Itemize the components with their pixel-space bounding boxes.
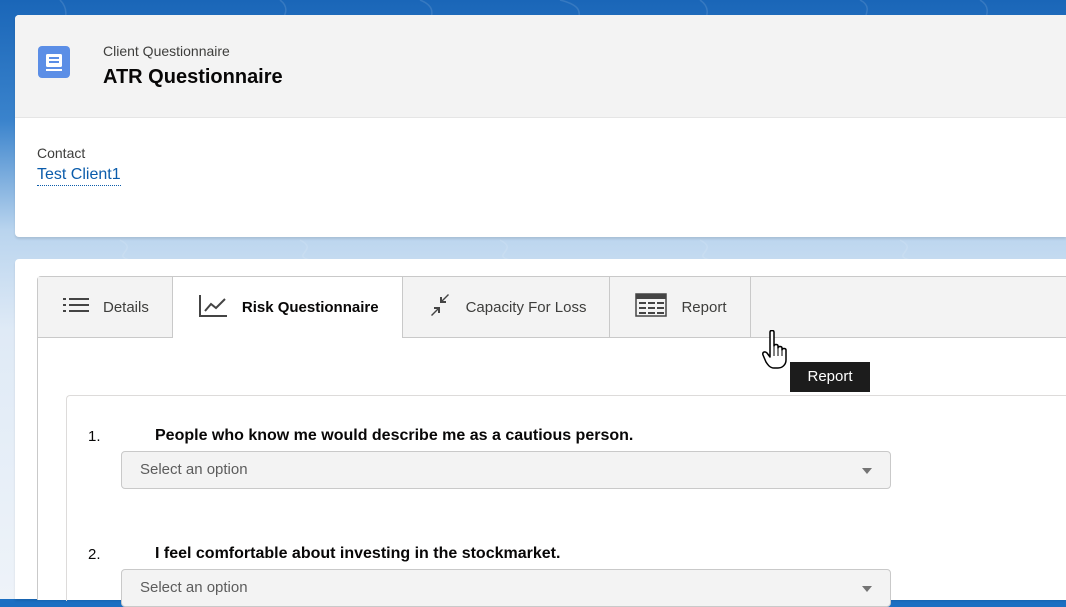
- contract-arrows-icon: [428, 294, 452, 320]
- contact-field-label: Contact: [37, 145, 85, 161]
- tab-report-label: Report: [681, 299, 726, 316]
- tab-report[interactable]: Report: [610, 277, 750, 337]
- record-header-card: Client Questionnaire ATR Questionnaire C…: [15, 15, 1066, 237]
- chevron-down-icon: [862, 468, 872, 474]
- select-placeholder: Select an option: [140, 579, 248, 596]
- tab-bar-filler: [751, 277, 1066, 337]
- list-icon: [63, 297, 89, 317]
- record-icon: [38, 46, 70, 78]
- question-2-select[interactable]: Select an option: [121, 569, 891, 607]
- tab-details-label: Details: [103, 299, 149, 316]
- hand-cursor-icon: [762, 330, 792, 370]
- question-number: 1.: [88, 428, 101, 445]
- questionnaire-panel: 1. People who know me would describe me …: [66, 395, 1066, 601]
- question-1-select[interactable]: Select an option: [121, 451, 891, 489]
- table-report-icon: [635, 293, 667, 321]
- tab-capacity-for-loss-label: Capacity For Loss: [466, 299, 587, 316]
- select-placeholder: Select an option: [140, 461, 248, 478]
- line-chart-icon: [198, 294, 228, 322]
- object-label: Client Questionnaire: [103, 43, 230, 59]
- tabset: Details Risk Questionnaire: [37, 276, 1066, 600]
- tab-bar: Details Risk Questionnaire: [38, 277, 1066, 338]
- question-text: People who know me would describe me as …: [155, 427, 633, 445]
- record-title: ATR Questionnaire: [103, 66, 283, 89]
- tab-details[interactable]: Details: [38, 277, 173, 337]
- question-text: I feel comfortable about investing in th…: [155, 545, 560, 563]
- question-number: 2.: [88, 546, 101, 563]
- tabs-card: Details Risk Questionnaire: [15, 259, 1066, 599]
- report-tooltip: Report: [790, 362, 870, 392]
- contact-link[interactable]: Test Client1: [37, 165, 121, 186]
- record-header: Client Questionnaire ATR Questionnaire: [15, 15, 1066, 118]
- chevron-down-icon: [862, 586, 872, 592]
- tab-risk-questionnaire[interactable]: Risk Questionnaire: [173, 277, 403, 338]
- tab-capacity-for-loss[interactable]: Capacity For Loss: [403, 277, 611, 337]
- tab-risk-questionnaire-label: Risk Questionnaire: [242, 299, 379, 316]
